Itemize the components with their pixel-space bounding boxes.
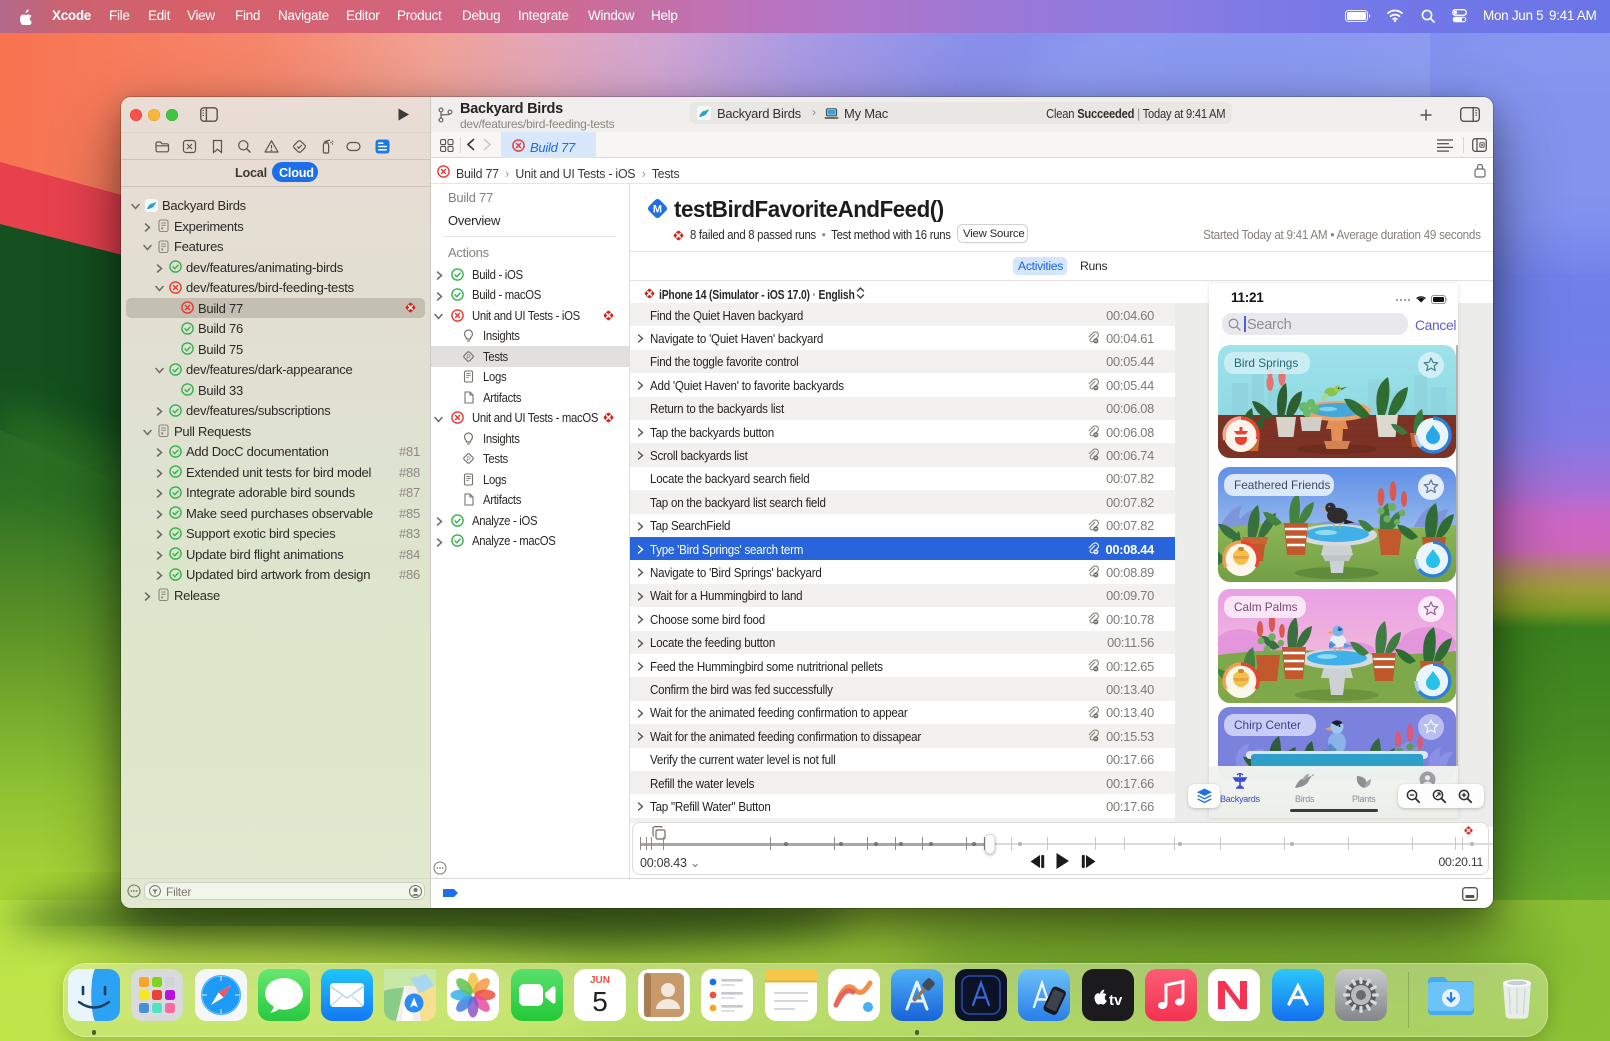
svg-text:M: M xyxy=(653,204,662,216)
svg-text:5: 5 xyxy=(592,986,608,1017)
svg-text:Bird Springs: Bird Springs xyxy=(1234,356,1298,370)
svg-text:Feathered Friends: Feathered Friends xyxy=(1234,478,1330,492)
svg-text:tv: tv xyxy=(1109,992,1123,1009)
svg-text:P: P xyxy=(466,353,470,360)
svg-text:P: P xyxy=(466,456,470,463)
svg-text:JUN: JUN xyxy=(590,975,610,986)
svg-text:Chirp Center: Chirp Center xyxy=(1234,718,1301,732)
svg-text:Calm Palms: Calm Palms xyxy=(1234,600,1298,614)
